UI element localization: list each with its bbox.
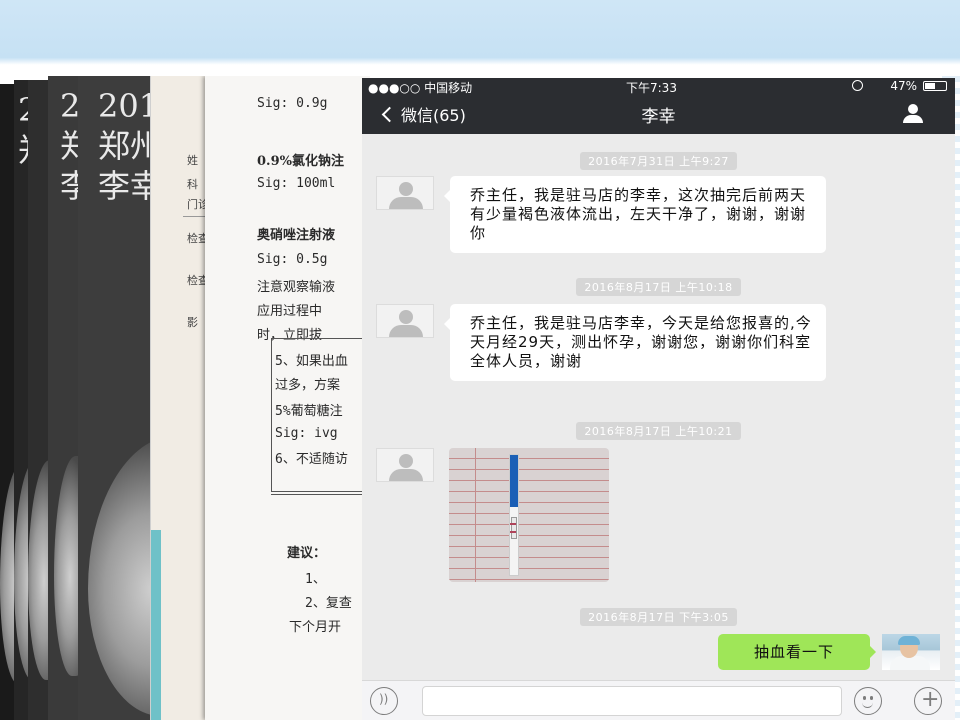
default-avatar-icon	[399, 454, 413, 468]
form-label: 影	[187, 316, 198, 329]
rx-line: 1、	[305, 572, 326, 587]
contact-avatar[interactable]	[376, 448, 434, 482]
rx-line: 应用过程中	[257, 304, 323, 319]
contact-avatar[interactable]	[376, 176, 434, 210]
rx-line: Sig: 100ml	[257, 176, 336, 191]
battery-icon	[923, 81, 947, 91]
photo-stack: 201 201 郑州 201 郑州 李幸 201 郑州 李幸 姓 科 门诊 检查…	[0, 76, 370, 720]
emoji-button[interactable]	[854, 687, 882, 715]
rx-line: Sig: 0.9g	[257, 96, 328, 111]
rx-line: 注意观察输液	[257, 280, 336, 295]
rx-line: 5%葡萄糖注	[275, 404, 343, 419]
default-avatar-icon	[399, 310, 413, 324]
message-input[interactable]	[422, 686, 842, 716]
rx-line: 0.9%氯化钠注	[257, 154, 344, 169]
message-timestamp: 2016年7月31日 上午9:27	[362, 150, 955, 170]
chat-nav-bar: 微信(65) 李幸	[362, 94, 955, 134]
test-strip-image	[509, 454, 519, 576]
contact-avatar[interactable]	[376, 304, 434, 338]
rx-line: Sig: 0.5g	[257, 252, 328, 267]
incoming-message[interactable]: 乔主任，我是驻马店李幸，今天是给您报喜的,今天月经29天，测出怀孕，谢谢您，谢谢…	[444, 304, 826, 381]
doctor-avatar[interactable]	[882, 634, 940, 670]
status-bar: ●●●○○ 中国移动 下午7:33 47%	[362, 78, 955, 95]
rx-line: 奥硝唑注射液	[257, 228, 336, 243]
voice-input-button[interactable]: ))	[370, 687, 398, 715]
rx-line: 下个月开	[289, 620, 342, 635]
prescription-card: Sig: 0.9g 0.9%氯化钠注 Sig: 100ml 奥硝唑注射液 Sig…	[205, 76, 370, 720]
more-options-button[interactable]: +	[914, 687, 942, 715]
rx-line: 过多，方案	[275, 378, 341, 393]
plus-icon: +	[921, 687, 940, 712]
rx-line: 5、如果出血	[275, 354, 348, 369]
message-timestamp: 2016年8月17日 下午3:05	[362, 606, 955, 626]
message-timestamp: 2016年8月17日 上午10:18	[362, 276, 955, 296]
form-label: 姓	[187, 154, 198, 167]
contact-info-icon[interactable]	[901, 104, 925, 124]
rotation-lock-icon	[852, 80, 863, 91]
rx-line: 2、复查	[305, 596, 352, 611]
voice-wave-icon: ))	[379, 692, 389, 706]
default-avatar-icon	[399, 182, 413, 196]
rx-line: Sig: ivg	[275, 426, 338, 441]
message-timestamp: 2016年8月17日 上午10:21	[362, 420, 955, 440]
incoming-message[interactable]: 乔主任，我是驻马店的李幸，这次抽完后前两天有少量褐色液体流出，左天干净了，谢谢，…	[444, 176, 826, 253]
wechat-chat-screenshot: ●●●○○ 中国移动 下午7:33 47% 微信(65) 李幸 2016年7月3…	[362, 78, 955, 720]
outgoing-message[interactable]: 抽血看一下	[718, 634, 876, 670]
chat-input-bar: )) +	[362, 680, 955, 720]
rx-line: 建议：	[287, 546, 327, 561]
battery-percent: 47%	[890, 79, 917, 93]
pregnancy-test-photo-message[interactable]	[449, 448, 609, 582]
chat-title: 李幸	[641, 107, 676, 127]
smiley-icon	[863, 696, 866, 700]
rx-line: 6、不适随访	[275, 452, 348, 467]
form-label: 科	[187, 178, 198, 191]
